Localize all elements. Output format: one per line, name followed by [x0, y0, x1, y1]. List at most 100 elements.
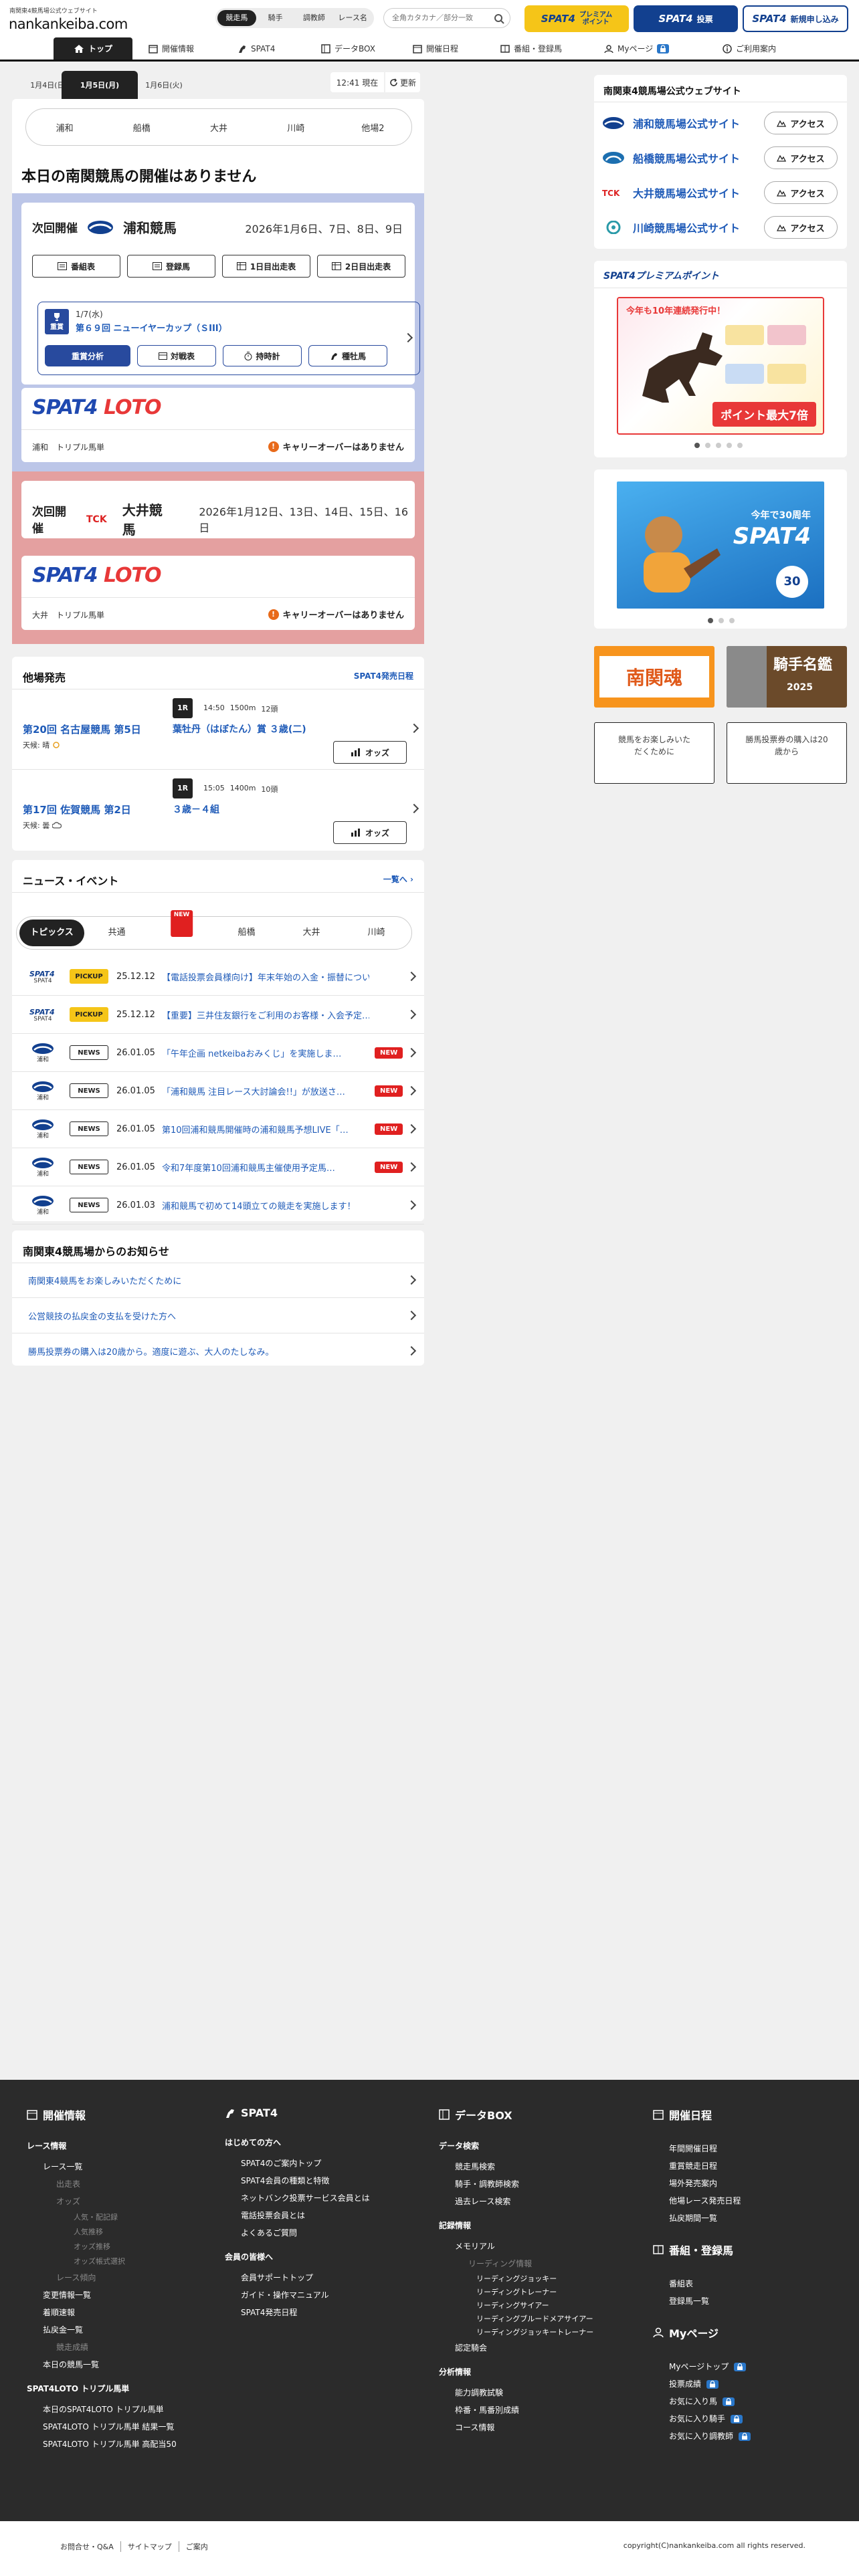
- footer-link[interactable]: 着順速報: [27, 2304, 214, 2321]
- footer-link[interactable]: 他場レース発売日程: [653, 2192, 840, 2210]
- carousel-dot[interactable]: [708, 618, 713, 623]
- news-item[interactable]: SPAT4 SPAT4 PICKUP 25.12.12 【電話投票会員様向け】年末年始の…: [12, 958, 424, 996]
- news-more-link[interactable]: 一覧へ ›: [383, 873, 413, 885]
- next-meet-venue[interactable]: 大井競馬: [122, 500, 175, 538]
- footer-link[interactable]: 騎手・調教師検索: [439, 2175, 640, 2193]
- slide-next-icon[interactable]: [403, 332, 413, 343]
- carousel-dot[interactable]: [729, 618, 735, 623]
- info-item[interactable]: 南関東4競馬をお楽しみいただくために: [12, 1263, 424, 1298]
- entries-button[interactable]: 登録馬: [127, 255, 215, 278]
- news-headline[interactable]: 【重要】三井住友銀行をご利用のお客様・入会予定…: [162, 1008, 369, 1021]
- news-tab-kawasaki[interactable]: 川崎: [344, 920, 409, 946]
- race-name[interactable]: 葉牡丹（はぼたん）賞 ３歳(二): [173, 722, 306, 736]
- access-button[interactable]: アクセス: [764, 216, 838, 239]
- footer-link[interactable]: お気に入り馬: [653, 2393, 840, 2410]
- footer-link[interactable]: 番組表: [653, 2275, 840, 2292]
- nankan-damashii-banner[interactable]: 南関魂: [594, 646, 714, 708]
- search-type-horse[interactable]: 競走馬: [217, 10, 256, 26]
- nav-top[interactable]: トップ: [54, 37, 132, 60]
- nav-guide[interactable]: ご利用案内: [723, 37, 776, 60]
- news-headline[interactable]: 浦和競馬で初めて14頭立ての競走を実施します！: [162, 1199, 369, 1212]
- odds-button[interactable]: オッズ: [333, 741, 407, 764]
- kawasaki-site-link[interactable]: 川崎競馬場公式サイト: [633, 219, 756, 235]
- refresh-button[interactable]: 更新: [385, 72, 420, 92]
- access-button[interactable]: アクセス: [764, 146, 838, 169]
- footer-link[interactable]: 場外発売案内: [653, 2175, 840, 2192]
- oi-site-link[interactable]: 大井競馬場公式サイト: [633, 185, 756, 201]
- nav-mypage[interactable]: Myページ: [604, 37, 670, 60]
- news-tab-funabashi[interactable]: 船橋: [214, 920, 279, 946]
- nav-spat4[interactable]: SPAT4: [237, 37, 275, 60]
- news-item[interactable]: 浦和 NEWS 26.01.03 浦和競馬で初めて14頭立ての競走を実施します！: [12, 1186, 424, 1224]
- footer-link[interactable]: 本日のSPAT4LOTO トリプル馬単: [27, 2401, 214, 2418]
- footer-link[interactable]: 競走馬検索: [439, 2158, 640, 2175]
- day2-card-button[interactable]: 2日目出走表: [317, 255, 405, 278]
- date-tab-next[interactable]: 1月6日(火): [127, 71, 201, 99]
- footer-link[interactable]: お気に入り騎手: [653, 2410, 840, 2428]
- vote-button[interactable]: SPAT4 投票: [634, 5, 738, 32]
- carousel-dot[interactable]: [737, 443, 743, 448]
- search-input[interactable]: [392, 13, 492, 22]
- meet-name[interactable]: 第20回 名古屋競馬 第5日: [23, 722, 141, 736]
- footer-link[interactable]: コース情報: [439, 2419, 640, 2436]
- news-headline[interactable]: 【電話投票会員様向け】年末年始の入金・振替につい…: [162, 970, 369, 983]
- news-item[interactable]: 浦和 NEWS 26.01.05 令和7年度第10回浦和競馬主催使用予定馬… NEW: [12, 1148, 424, 1186]
- premium-banner[interactable]: 今年も10年連続発行中！ ポイント最大7倍: [617, 297, 824, 435]
- news-item[interactable]: 浦和 NEWS 26.01.05 「午年企画 netkeibaおみくじ」を実施しま… N…: [12, 1034, 424, 1072]
- info-item[interactable]: 公営競技の払戻金の支払を受けた方へ: [12, 1298, 424, 1333]
- footer-link[interactable]: メモリアル: [439, 2238, 640, 2255]
- search-type-race[interactable]: レース名: [333, 10, 372, 26]
- spat4-loto-logo[interactable]: SPAT4 LOTO: [32, 564, 162, 587]
- carousel-dot[interactable]: [716, 443, 721, 448]
- venue-urawa[interactable]: 浦和: [26, 121, 103, 134]
- nav-race-info[interactable]: 開催情報: [149, 37, 194, 60]
- footer-link[interactable]: リーディングジョッキー: [439, 2272, 640, 2286]
- meet-name[interactable]: 第17回 佐賀競馬 第2日: [23, 802, 131, 817]
- footer-link[interactable]: レース一覧: [27, 2158, 214, 2175]
- odds-button[interactable]: オッズ: [333, 821, 407, 844]
- race-name[interactable]: ３歳－４組: [173, 802, 219, 816]
- footer-link[interactable]: SPAT4のご案内トップ: [225, 2155, 419, 2172]
- footer-link[interactable]: よくあるご質問: [225, 2224, 419, 2242]
- news-tab-urawa[interactable]: 浦和NEW: [149, 910, 214, 946]
- spat4-loto-logo[interactable]: SPAT4 LOTO: [32, 396, 162, 419]
- day1-card-button[interactable]: 1日目出走表: [222, 255, 310, 278]
- footer-link[interactable]: リーディングサイアー: [439, 2299, 640, 2313]
- access-button[interactable]: アクセス: [764, 112, 838, 134]
- footer-link[interactable]: リーディングジョッキートレーナー: [439, 2326, 640, 2339]
- footer-link[interactable]: SPAT4LOTO トリプル馬単 結果一覧: [27, 2418, 214, 2436]
- footer-link[interactable]: 重賞競走日程: [653, 2157, 840, 2175]
- venue-funabashi[interactable]: 船橋: [103, 121, 180, 134]
- news-headline[interactable]: 「午年企画 netkeibaおみくじ」を実施しま…: [162, 1047, 369, 1059]
- footer-link[interactable]: 本日の競馬一覧: [27, 2356, 214, 2373]
- footer-link[interactable]: 投票成績: [653, 2375, 840, 2393]
- nav-databox[interactable]: データBOX: [321, 37, 375, 60]
- register-button[interactable]: SPAT4 新規申し込み: [743, 5, 848, 32]
- enjoy-racing-banner[interactable]: 競馬をお楽しみいただくために: [594, 722, 714, 784]
- venue-other[interactable]: 他場2: [335, 121, 411, 134]
- news-tab-common[interactable]: 共通: [84, 920, 149, 946]
- nav-program[interactable]: 番組・登録馬: [500, 37, 562, 60]
- funabashi-site-link[interactable]: 船橋競馬場公式サイト: [633, 150, 756, 166]
- anniversary-banner[interactable]: 今年で30周年 SPAT4 30: [617, 481, 824, 609]
- matchup-button[interactable]: 対戦表: [137, 345, 216, 366]
- footer-link[interactable]: ネットバンク投票サービス会員とは: [225, 2189, 419, 2207]
- premium-point-button[interactable]: SPAT4 プレミアム ポイント: [524, 5, 629, 32]
- nav-schedule[interactable]: 開催日程: [413, 37, 458, 60]
- news-headline[interactable]: 令和7年度第10回浦和競馬主催使用予定馬…: [162, 1161, 369, 1174]
- footer-link[interactable]: 認定騎会: [439, 2339, 640, 2357]
- footer-link[interactable]: 払戻期間一覧: [653, 2210, 840, 2227]
- footer-link[interactable]: 電話投票会員とは: [225, 2207, 419, 2224]
- program-button[interactable]: 番組表: [32, 255, 120, 278]
- footer-link[interactable]: お気に入り調教師: [653, 2428, 840, 2445]
- featured-race-slide[interactable]: 重賞 1/7(水) 第６９回 ニューイヤーカップ（ＳIII） 重賞分析 対戦表 …: [37, 302, 420, 375]
- sitemap-link[interactable]: サイトマップ: [121, 2541, 179, 2552]
- footer-link[interactable]: 過去レース検索: [439, 2193, 640, 2210]
- age-warning-banner[interactable]: 勝馬投票券の購入は20歳から: [727, 722, 847, 784]
- news-headline[interactable]: 第10回浦和競馬開催時の浦和競馬予想LIVE「…: [162, 1123, 369, 1136]
- date-tab-today[interactable]: 1月5日(月): [62, 71, 138, 99]
- footer-link[interactable]: 能力調教試験: [439, 2384, 640, 2401]
- news-item[interactable]: SPAT4 SPAT4 PICKUP 25.12.12 【重要】三井住友銀行をご利用のお…: [12, 996, 424, 1034]
- news-item[interactable]: 浦和 NEWS 26.01.05 第10回浦和競馬開催時の浦和競馬予想LIVE「… NE…: [12, 1110, 424, 1148]
- other-race-row[interactable]: 1R 15:05 1400m 10頭 第17回 佐賀競馬 第2日 ３歳－４組 天候:…: [12, 769, 436, 849]
